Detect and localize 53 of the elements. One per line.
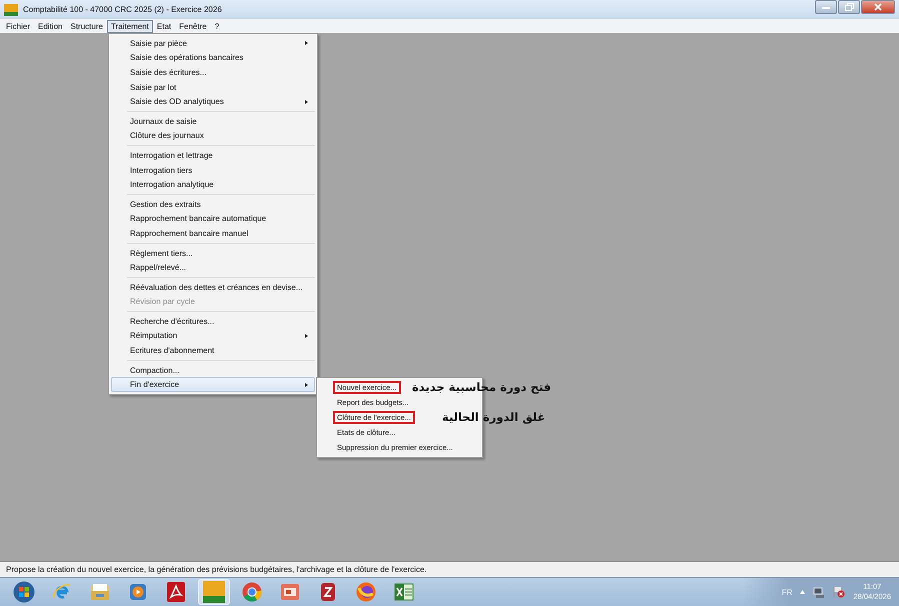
taskbar-button[interactable] — [198, 579, 230, 605]
menu-item[interactable]: Journaux de saisie — [111, 114, 315, 129]
menu-item[interactable]: Rapprochement bancaire manuel — [111, 226, 315, 241]
status-text: Propose la création du nouvel exercice, la génération des prévisions budgétaires, l'archivage et la clôture de l'exercice. — [6, 565, 427, 574]
play-icon — [129, 583, 147, 601]
flag-warning-icon[interactable] — [833, 586, 846, 598]
menu-bar-item[interactable]: Edition — [34, 20, 66, 32]
tray-arrow-icon[interactable] — [800, 590, 806, 594]
annotation-text: غلق الدورة الحالية — [442, 410, 546, 425]
annotation-text: فتح دورة محاسبية جديدة — [412, 380, 552, 395]
menu-item[interactable]: Fin d'exercice — [111, 377, 315, 392]
menu-item[interactable]: Interrogation et lettrage — [111, 148, 315, 163]
window-title: Comptabilité 100 - 47000 CRC 2025 (2) - Exercice 2026 — [23, 5, 222, 14]
folder-icon — [90, 583, 110, 601]
menu-item[interactable]: Recherche d'écritures... — [111, 314, 315, 329]
menu-item[interactable]: Réévaluation des dettes et créances en devise... — [111, 280, 315, 294]
menu-item[interactable]: Réimputation — [111, 328, 315, 344]
fox-globe-icon — [356, 582, 376, 602]
menu-item[interactable]: Gestion des extraits — [111, 196, 315, 212]
app-icon — [4, 4, 18, 16]
spreadsheet-icon — [394, 583, 414, 601]
menu-item[interactable]: Rapprochement bancaire automatique — [111, 212, 315, 226]
menu-item[interactable]: Rappel/relevé... — [111, 260, 315, 275]
close-button[interactable] — [861, 0, 895, 14]
slides-icon — [280, 583, 300, 601]
menu-item[interactable]: Clôture des journaux — [111, 128, 315, 144]
menu-bar-item[interactable]: Fichier — [2, 20, 34, 32]
close-icon — [874, 3, 882, 11]
menu-item[interactable]: Saisie par lot — [111, 80, 315, 94]
menu-item[interactable]: Saisie des opérations bancaires — [111, 50, 315, 66]
menu-item[interactable]: Interrogation tiers — [111, 162, 315, 178]
minimize-button[interactable] — [815, 0, 837, 14]
menu-item[interactable]: Interrogation analytique — [111, 177, 315, 192]
menu-item[interactable]: Saisie des OD analytiques — [111, 94, 315, 109]
windows-orb-icon — [13, 581, 35, 603]
menu-item[interactable]: Règlement tiers... — [111, 246, 315, 260]
menu-item[interactable]: Saisie des écritures... — [111, 65, 315, 80]
menu-item[interactable]: Ecritures d'abonnement — [111, 343, 315, 358]
menu-bar-item[interactable]: ? — [210, 20, 224, 32]
menu-bar-item[interactable]: Fenêtre — [175, 20, 211, 32]
menu-item[interactable]: Compaction... — [111, 362, 315, 378]
restore-button[interactable] — [838, 0, 860, 14]
z-book-icon — [320, 582, 336, 602]
network-icon[interactable] — [813, 586, 826, 598]
menu-bar-item[interactable]: Etat — [152, 20, 176, 32]
menu-item[interactable]: Saisie par pièce — [111, 36, 315, 51]
restore-icon — [844, 3, 854, 11]
circle-logo-icon — [242, 582, 262, 602]
menu-bar-item[interactable]: Traitement — [106, 20, 153, 32]
menu-bar-item[interactable]: Structure — [66, 20, 107, 32]
app-icon — [203, 581, 225, 603]
pdf-icon — [167, 582, 185, 602]
minimize-icon — [822, 5, 830, 9]
